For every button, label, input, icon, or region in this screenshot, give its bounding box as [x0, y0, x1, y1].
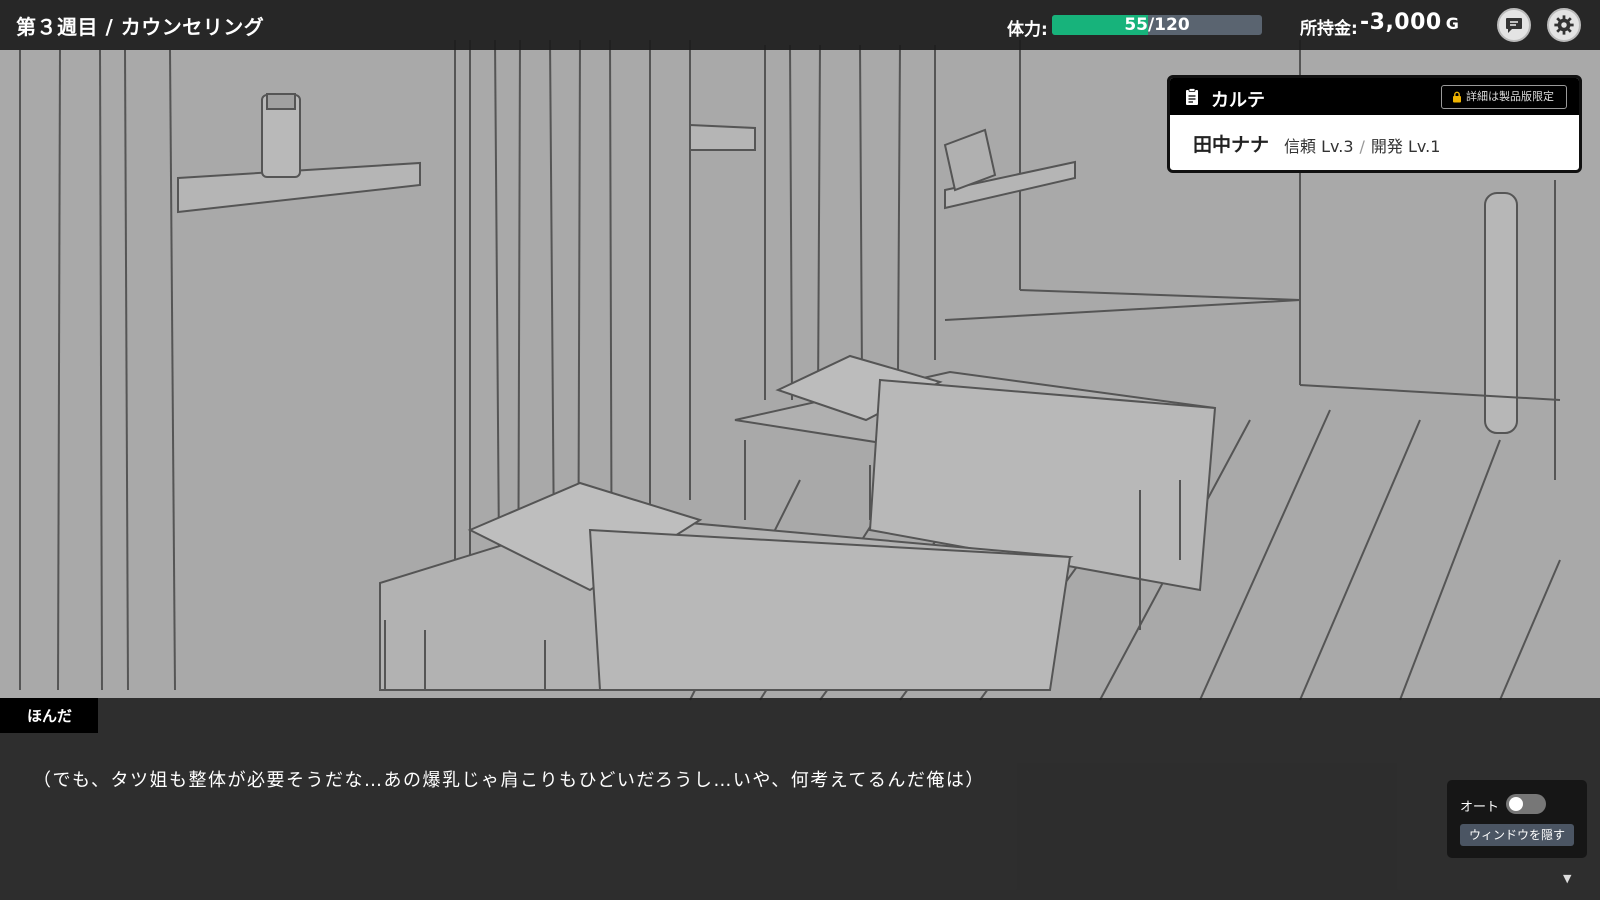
karte-title: カルテ — [1211, 90, 1265, 111]
lock-icon — [1453, 91, 1461, 103]
level-separator: / — [1359, 137, 1365, 156]
gear-icon — [1554, 15, 1574, 35]
stamina-label: 体力: — [1007, 20, 1048, 40]
money-amount: -3,000 — [1360, 10, 1442, 35]
document-icon — [1186, 88, 1198, 105]
chapter-title: 第３週目 / カウンセリング — [16, 15, 265, 39]
karte-header: カルテ 詳細は製品版限定 — [1170, 78, 1579, 115]
auto-toggle[interactable] — [1506, 794, 1546, 814]
money-value: -3,000 G — [1360, 10, 1459, 35]
speaker-name: ほんだ — [27, 707, 73, 725]
speaker-box: ほんだ — [0, 698, 98, 733]
patient-name: 田中ナナ — [1193, 134, 1270, 156]
auto-toggle-knob — [1509, 797, 1523, 811]
details-locked-label: 詳細は製品版限定 — [1466, 90, 1554, 103]
patient-levels: 信頼 Lv.3 / 開発 Lv.1 — [1284, 133, 1440, 157]
details-locked-button[interactable]: 詳細は製品版限定 — [1441, 85, 1567, 109]
dialogue-text: （でも、タツ姐も整体が必要そうだな…あの爆乳じゃ肩こりもひどいだろうし…いや、何… — [33, 770, 985, 791]
hide-window-button[interactable]: ウィンドウを隠す — [1460, 824, 1574, 846]
karte-panel: カルテ 詳細は製品版限定 田中ナナ 信頼 Lv.3 / 開発 Lv.1 — [1167, 75, 1582, 173]
stamina-value: 55/120 — [1124, 15, 1190, 35]
dialogue-window[interactable]: ほんだ （でも、タツ姐も整体が必要そうだな…あの爆乳じゃ肩こりもひどいだろうし…… — [0, 698, 1600, 900]
trust-level: 信頼 Lv.3 — [1284, 137, 1354, 156]
chat-bubble-icon — [1506, 18, 1522, 33]
next-indicator-icon: ▼ — [1563, 872, 1572, 885]
development-level: 開発 Lv.1 — [1370, 137, 1441, 156]
stamina-bar: 55/120 — [1052, 15, 1262, 35]
dialogue-controls: オート ウィンドウを隠す — [1447, 780, 1587, 858]
log-button[interactable] — [1497, 8, 1531, 42]
settings-button[interactable] — [1547, 8, 1581, 42]
top-status-bar: 第３週目 / カウンセリング 体力: 55/120 所持金: -3,000 G — [0, 0, 1600, 50]
money-label: 所持金: — [1300, 19, 1358, 39]
auto-label: オート — [1460, 800, 1500, 815]
money-unit: G — [1445, 14, 1460, 33]
